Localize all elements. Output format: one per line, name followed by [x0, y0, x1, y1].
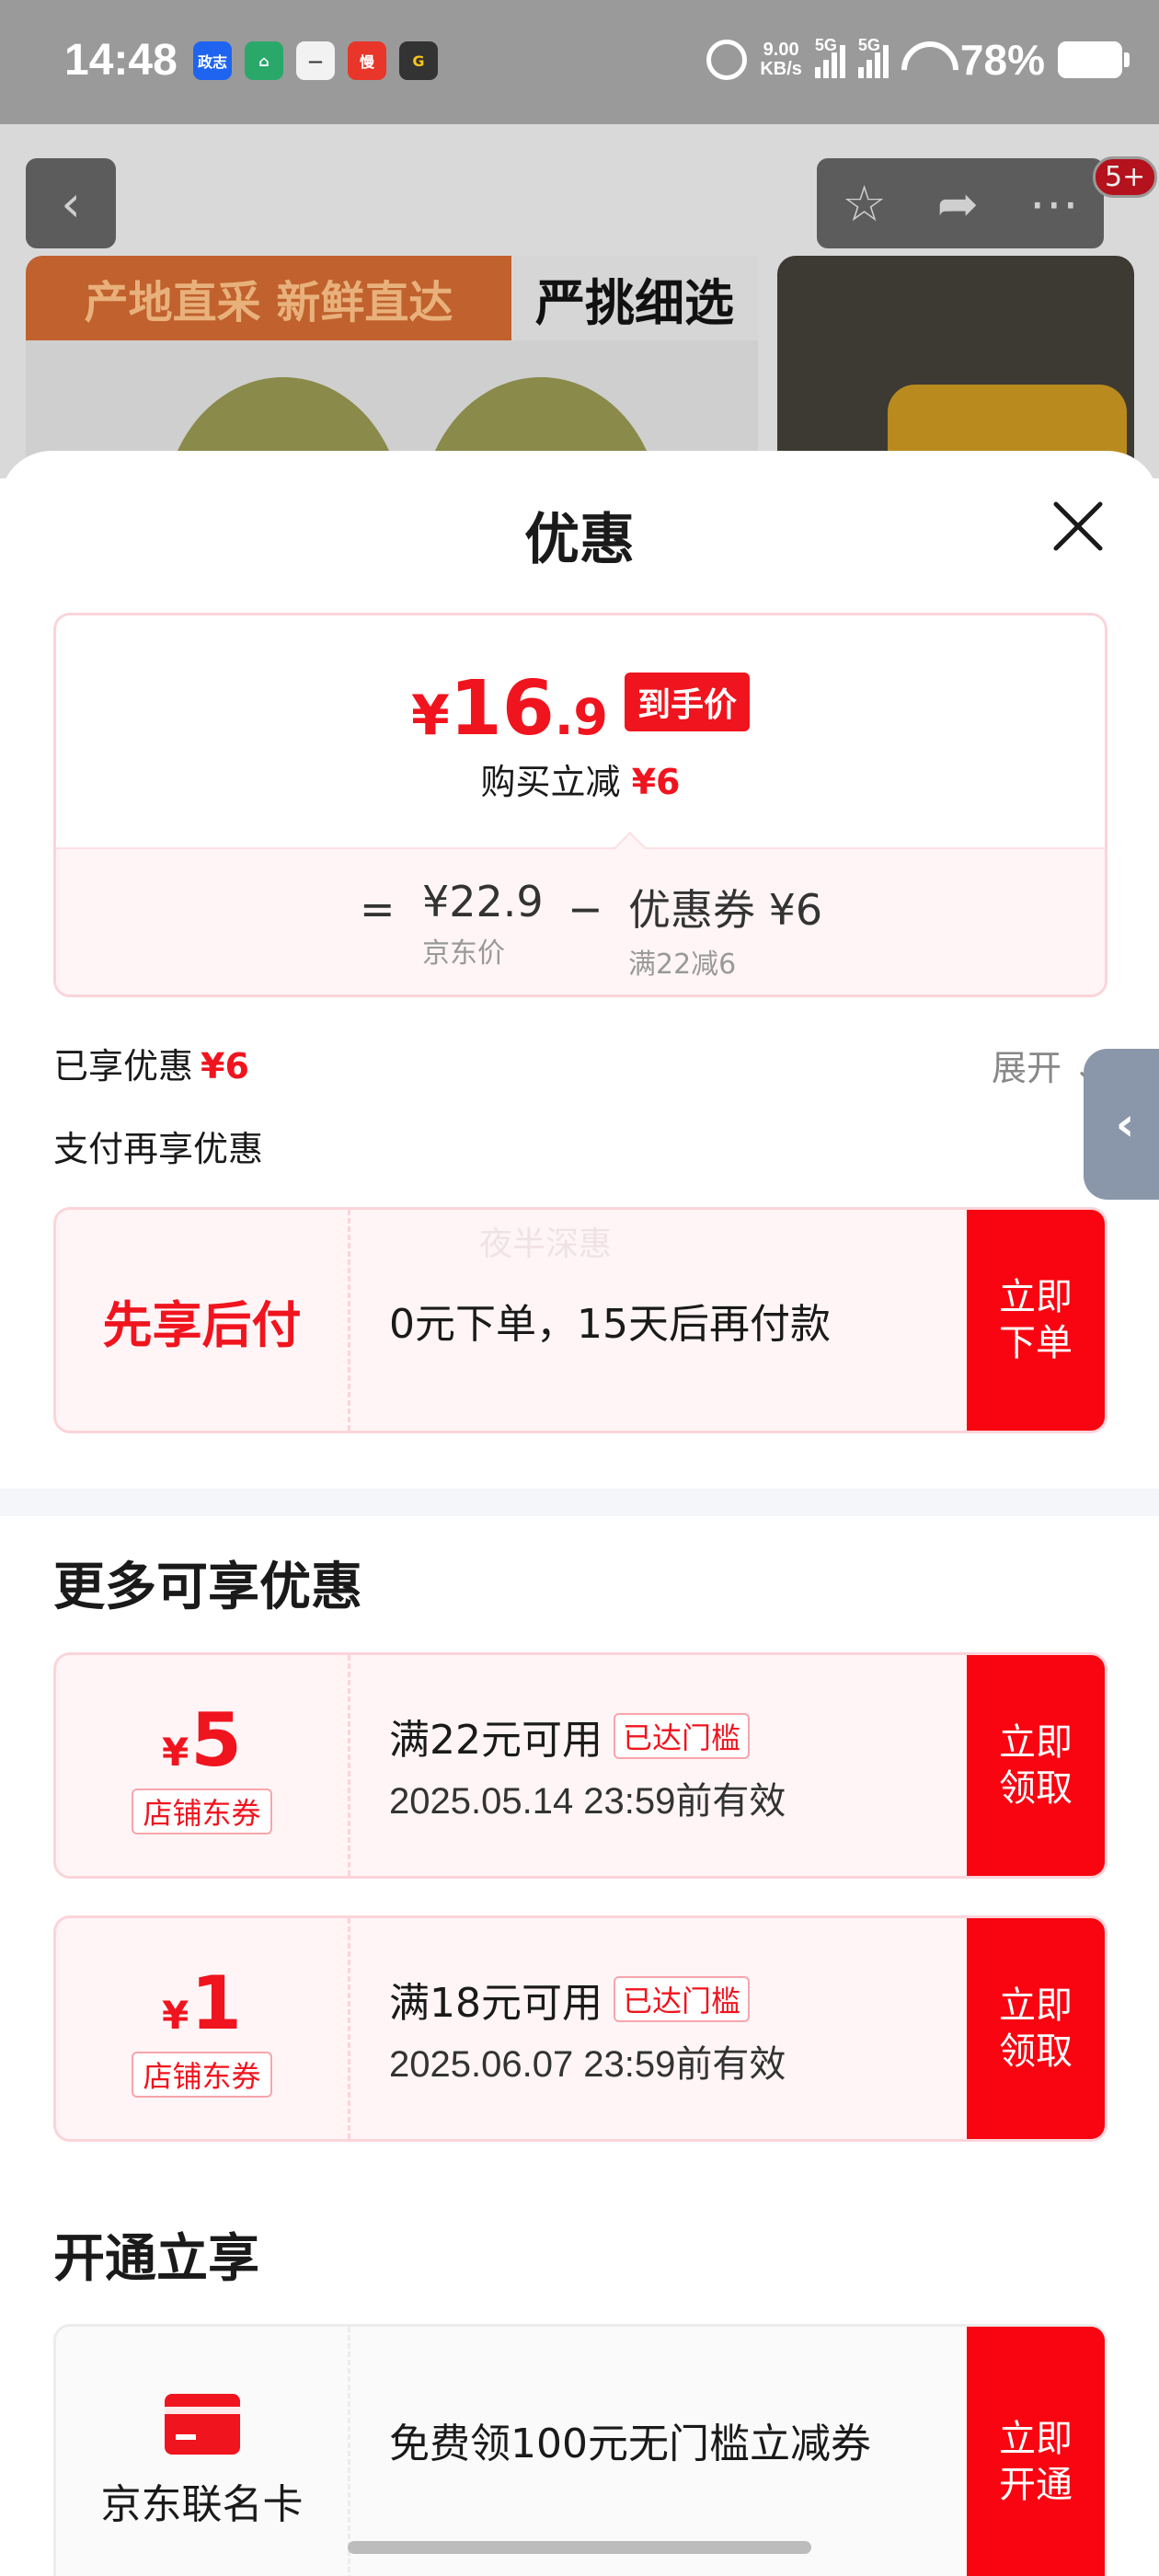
- battery-icon: [1058, 41, 1130, 78]
- card-offer-description: 免费领100元无门槛立减券: [389, 2421, 871, 2467]
- instant-discount: 购买立减 ¥6: [480, 762, 681, 802]
- signal-icon: 5G: [814, 36, 845, 78]
- close-icon[interactable]: [1049, 497, 1107, 556]
- message-badge: 5+: [1093, 156, 1158, 198]
- final-price-tag: 到手价: [624, 672, 750, 731]
- threshold-badge: 已达门槛: [614, 1976, 751, 2022]
- credit-card-icon: [164, 2394, 240, 2455]
- alarm-icon: [706, 40, 748, 80]
- home-indicator[interactable]: [348, 2541, 811, 2554]
- section-divider: [0, 1489, 1159, 1516]
- open-card-button[interactable]: 立即开通: [967, 2327, 1105, 2576]
- coupon-expiry: 2025.05.14 23:59前有效: [389, 1781, 786, 1822]
- more-icon: ⋯: [1028, 174, 1079, 233]
- coupon-deduction: 优惠券 ¥6 满22减6: [628, 885, 823, 981]
- share-icon: ➦: [936, 174, 979, 233]
- jd-price: ¥22.9 京东价: [422, 877, 544, 970]
- side-collapse-tab[interactable]: ‹: [1084, 1049, 1159, 1200]
- product-banner-right: 严挑细选: [511, 256, 758, 340]
- threshold-badge: 已达门槛: [614, 1713, 751, 1759]
- favorite-icon: ☆: [842, 174, 887, 233]
- coupon-amount: ¥ 1: [162, 1960, 242, 2046]
- product-thumbnail: [777, 256, 1134, 478]
- pay-later-title: 先享后付: [102, 1295, 302, 1354]
- final-price: ¥ 16 .9 到手价: [56, 665, 1105, 753]
- app-notification-icon: —: [296, 41, 335, 80]
- coupon-card: ¥ 1 店铺东券 满18元可用 已达门槛 2025.06.07 23:59前有效…: [53, 1915, 1107, 2142]
- app-notification-icon: ⌂: [245, 41, 283, 80]
- product-actions: ☆ ➦ ⋯: [817, 158, 1104, 248]
- coupon-expiry: 2025.06.07 23:59前有效: [389, 2044, 786, 2085]
- price-formula: = ¥22.9 京东价 − 优惠券 ¥6 满22减6: [56, 847, 1105, 995]
- enjoyed-discount: 已享优惠 ¥6: [53, 1046, 249, 1087]
- app-notification-icon: G: [399, 41, 438, 80]
- pay-later-card: 先享后付 夜半深惠 0元下单，15天后再付款 立即下单: [53, 1207, 1107, 1433]
- open-section-title: 开通立享: [53, 2229, 259, 2289]
- status-bar: 14:48 政志 ⌂ — 慢 G 9.00 KB/s 5G 5G 78%: [0, 0, 1159, 124]
- app-notification-icon: 政志: [193, 41, 232, 80]
- background-page: 14:48 政志 ⌂ — 慢 G 9.00 KB/s 5G 5G 78% ‹ ☆…: [0, 0, 1159, 478]
- app-notification-icon: 慢: [348, 41, 386, 80]
- order-now-button[interactable]: 立即下单: [967, 1210, 1105, 1431]
- coupon-card: ¥ 5 店铺东券 满22元可用 已达门槛 2025.05.14 23:59前有效…: [53, 1652, 1107, 1879]
- claim-coupon-button[interactable]: 立即领取: [967, 1655, 1105, 1876]
- card-name: 京东联名卡: [100, 2481, 304, 2528]
- coupon-type: 店铺东券: [132, 2051, 272, 2098]
- signal-icon: 5G: [857, 36, 889, 78]
- coupon-amount: ¥ 5: [162, 1696, 242, 1783]
- network-speed: 9.00 KB/s: [760, 40, 802, 79]
- pay-more-label: 支付再享优惠: [53, 1129, 264, 1169]
- battery-percent: 78%: [959, 36, 1045, 84]
- coupon-type: 店铺东券: [132, 1788, 272, 1834]
- claim-coupon-button[interactable]: 立即领取: [967, 1918, 1105, 2139]
- sheet-title: 优惠: [524, 508, 635, 572]
- wifi-icon: [901, 41, 947, 78]
- status-time: 14:48: [64, 36, 178, 85]
- back-button: ‹: [26, 158, 116, 248]
- coupon-condition: 满18元可用: [389, 1980, 602, 2027]
- pay-later-description: 0元下单，15天后再付款: [389, 1301, 831, 1348]
- product-banner: 产地直采 新鲜直达: [26, 256, 511, 340]
- final-price-card: ¥ 16 .9 到手价 购买立减 ¥6 = ¥22.9 京东价 − 优惠券 ¥6…: [53, 613, 1107, 997]
- cobrand-card-offer: 京东联名卡 免费领100元无门槛立减券 立即开通: [53, 2324, 1107, 2576]
- coupon-condition: 满22元可用: [389, 1717, 602, 1764]
- chevron-left-icon: ‹: [1115, 1098, 1135, 1151]
- discount-sheet: 优惠 ¥ 16 .9 到手价 购买立减 ¥6 = ¥22.9 京东价 − 优惠券…: [0, 451, 1159, 2576]
- more-offers-title: 更多可享优惠: [53, 1558, 362, 1617]
- status-app-icons: 政志 ⌂ — 慢 G: [193, 41, 438, 80]
- status-indicators: 9.00 KB/s 5G 5G 78%: [706, 35, 1130, 85]
